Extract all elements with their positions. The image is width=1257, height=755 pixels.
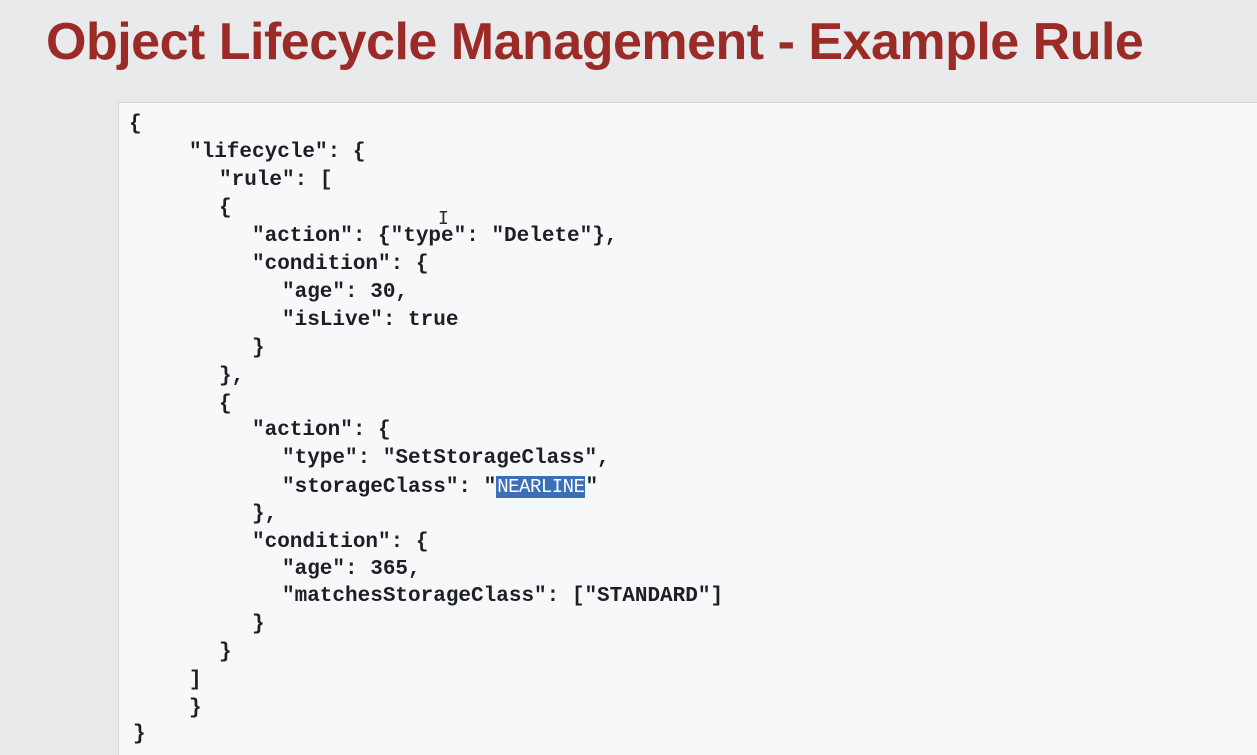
code-line: } xyxy=(189,697,202,720)
code-line: "action": { xyxy=(252,419,391,442)
code-line: "matchesStorageClass": ["STANDARD"] xyxy=(282,585,724,608)
code-text: "storageClass": " xyxy=(282,476,497,499)
code-line: }, xyxy=(252,503,277,527)
code-line: } xyxy=(133,723,146,746)
code-line: "type": "SetStorageClass", xyxy=(282,447,610,471)
code-line: { xyxy=(129,113,142,136)
code-line: "rule": [ xyxy=(219,169,333,192)
code-line: "isLive": true xyxy=(282,309,459,332)
code-line: { xyxy=(219,197,232,220)
code-line: } xyxy=(252,613,265,636)
code-line: "condition": { xyxy=(252,253,429,276)
code-line: "lifecycle": { xyxy=(189,141,366,164)
code-line: } xyxy=(252,337,265,360)
code-line: "storageClass": "NEARLINE" xyxy=(282,475,598,500)
code-line: "condition": { xyxy=(252,531,429,554)
slide-title: Object Lifecycle Management - Example Ru… xyxy=(46,13,1144,71)
code-line: } xyxy=(219,641,232,664)
code-line: "age": 30, xyxy=(282,281,409,304)
code-line: "action": {"type": "Delete"}, xyxy=(252,225,618,248)
code-line: "age": 365, xyxy=(282,558,421,581)
selected-text[interactable]: NEARLINE xyxy=(496,476,586,498)
code-line: ] xyxy=(189,669,202,692)
code-text: "type": "SetStorageClass", xyxy=(282,447,610,470)
code-text: , xyxy=(264,503,278,526)
code-line: }, xyxy=(219,365,245,388)
code-line: { xyxy=(219,393,232,416)
code-panel[interactable]: { "lifecycle": { "rule": [ { "action": {… xyxy=(118,102,1257,755)
text-cursor-icon: I xyxy=(438,208,449,229)
code-text: } xyxy=(252,503,265,526)
code-text: " xyxy=(585,476,599,499)
